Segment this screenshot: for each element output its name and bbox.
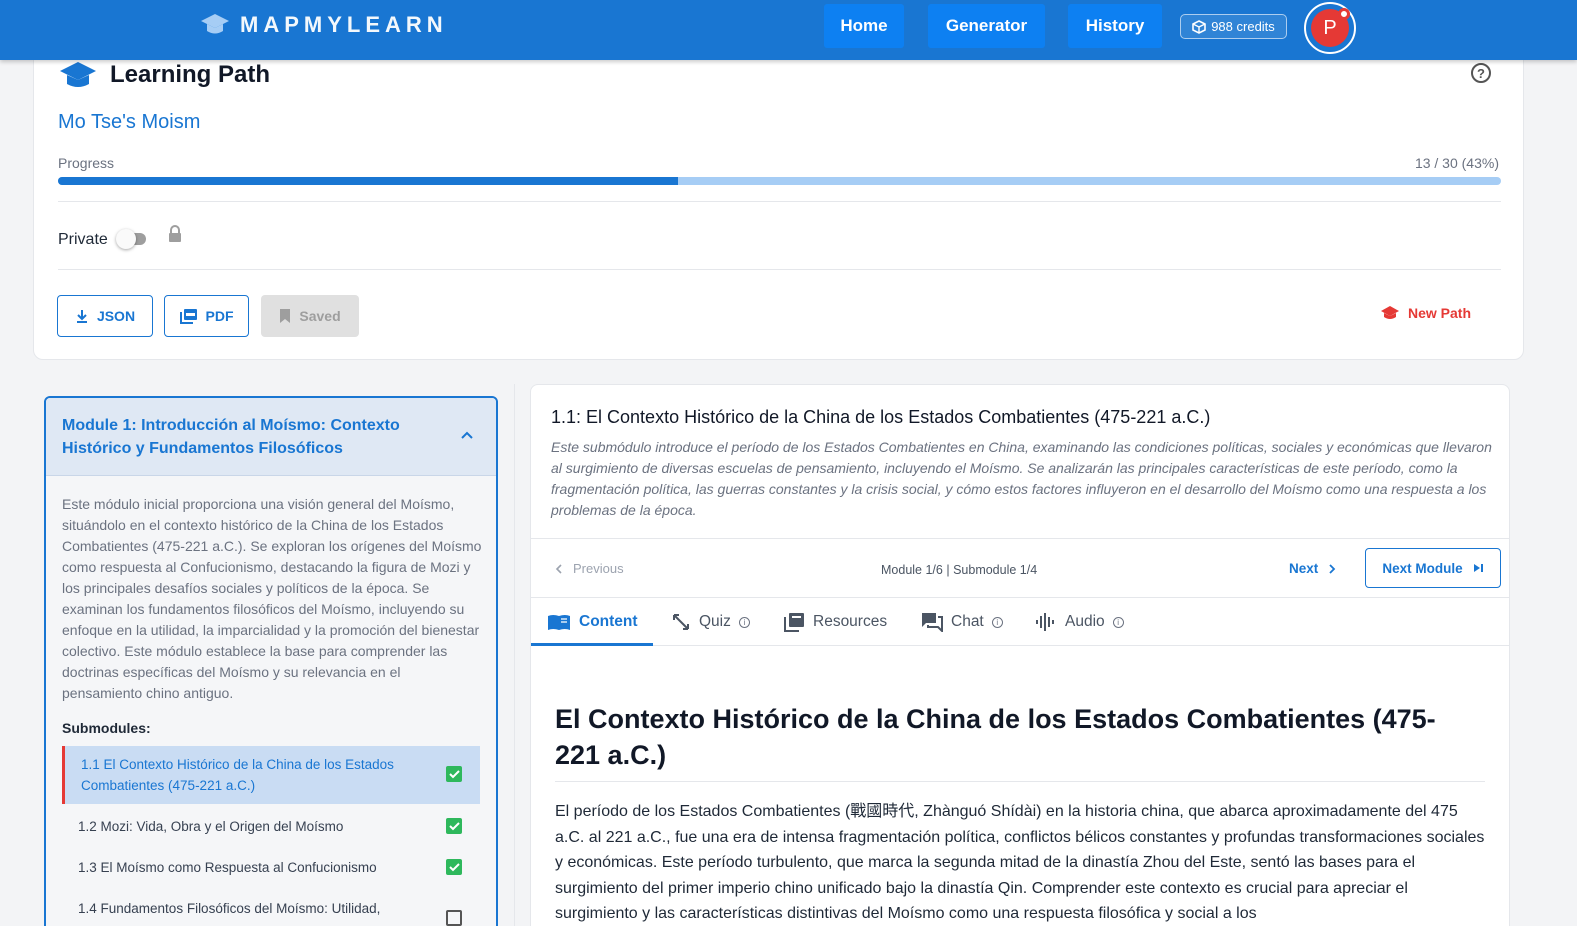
tab-audio[interactable]: Audio i bbox=[1035, 598, 1124, 646]
submodule-label: 1.1 El Contexto Histórico de la China de… bbox=[81, 757, 394, 793]
content-tabs: Content Quiz i Resources Chat i Audio i bbox=[531, 598, 1509, 646]
saved-button[interactable]: Saved bbox=[261, 295, 359, 337]
info-icon[interactable]: i bbox=[991, 616, 1003, 628]
submodule-position: Submodule 1/4 bbox=[953, 563, 1038, 577]
graduation-cap-icon bbox=[60, 62, 96, 87]
module-panel: Module 1: Introducción al Moísmo: Contex… bbox=[44, 396, 498, 926]
pdf-button-label: PDF bbox=[205, 308, 234, 324]
position-indicator: Module 1/6 | Submodule 1/4 bbox=[881, 563, 1037, 577]
divider bbox=[555, 781, 1485, 782]
pdf-icon bbox=[179, 309, 197, 324]
notification-dot bbox=[1338, 8, 1350, 20]
learning-path-heading: Learning Path bbox=[58, 59, 270, 91]
article-title: El Contexto Histórico de la China de los… bbox=[555, 704, 1436, 770]
active-tab-indicator bbox=[531, 643, 653, 646]
submodule-item[interactable]: 1.3 El Moísmo como Respuesta al Confucio… bbox=[62, 853, 480, 883]
submodules-heading: Submodules: bbox=[62, 720, 151, 736]
cube-icon bbox=[1192, 19, 1207, 34]
submodule-description: Este submódulo introduce el período de l… bbox=[551, 439, 1492, 518]
tab-quiz-label: Quiz bbox=[699, 613, 731, 630]
submodule-item[interactable]: 1.1 El Contexto Histórico de la China de… bbox=[62, 746, 480, 804]
tab-resources[interactable]: Resources bbox=[783, 598, 887, 646]
info-icon[interactable]: i bbox=[1112, 616, 1124, 628]
download-json-button[interactable]: JSON bbox=[57, 295, 153, 337]
tab-resources-label: Resources bbox=[813, 613, 888, 630]
lock-icon bbox=[169, 225, 181, 242]
checkbox-checked-icon[interactable] bbox=[446, 818, 462, 834]
tab-content-label: Content bbox=[579, 613, 638, 630]
module-position: Module 1/6 bbox=[881, 563, 943, 577]
progress-count: 13 / 30 (43%) bbox=[1414, 155, 1499, 171]
divider bbox=[58, 269, 1501, 270]
brand-name: MAPMYLEARN bbox=[240, 12, 448, 37]
credits-text: 988 credits bbox=[1211, 19, 1275, 34]
download-pdf-button[interactable]: PDF bbox=[164, 295, 249, 337]
module-description: Este módulo inicial proporciona una visi… bbox=[62, 496, 482, 701]
submodule-title: 1.1: El Contexto Histórico de la China d… bbox=[551, 407, 1211, 427]
submodule-navigation: Previous Module 1/6 | Submodule 1/4 Next… bbox=[531, 538, 1509, 598]
user-avatar-button[interactable]: P bbox=[1304, 2, 1356, 54]
submodule-item[interactable]: 1.2 Mozi: Vida, Obra y el Origen del Moí… bbox=[62, 812, 480, 842]
skip-next-icon bbox=[1473, 564, 1483, 572]
next-module-button[interactable]: Next Module bbox=[1365, 548, 1501, 588]
next-module-label: Next Module bbox=[1382, 560, 1463, 576]
chevron-right-icon bbox=[1329, 563, 1336, 574]
submodule-label: 1.2 Mozi: Vida, Obra y el Origen del Moí… bbox=[78, 819, 344, 834]
progress-bar-fill bbox=[58, 177, 679, 185]
download-icon bbox=[76, 310, 87, 323]
content-panel: 1.1: El Contexto Histórico de la China d… bbox=[530, 384, 1510, 926]
module-title: Module 1: Introducción al Moísmo: Contex… bbox=[62, 417, 400, 457]
tab-content[interactable]: Content bbox=[547, 598, 638, 646]
checkbox-empty-icon[interactable] bbox=[446, 910, 462, 926]
bookmark-icon bbox=[280, 309, 291, 323]
chevron-left-icon bbox=[555, 563, 562, 574]
credits-badge[interactable]: 988 credits bbox=[1180, 14, 1287, 39]
tab-quiz[interactable]: Quiz i bbox=[671, 598, 750, 646]
nav-generator-button[interactable]: Generator bbox=[928, 4, 1045, 48]
next-button[interactable]: Next bbox=[1289, 561, 1336, 576]
help-icon[interactable]: ? bbox=[1471, 63, 1491, 83]
top-navbar: MAPMYLEARN Home Generator History 988 cr… bbox=[0, 0, 1577, 60]
progress-label: Progress bbox=[58, 155, 115, 171]
tab-audio-label: Audio bbox=[1065, 613, 1105, 630]
panel-divider bbox=[514, 384, 515, 926]
checkbox-checked-icon[interactable] bbox=[446, 859, 462, 875]
submodule-item[interactable]: 1.4 Fundamentos Filosóficos del Moísmo: … bbox=[62, 894, 480, 926]
nav-home-button[interactable]: Home bbox=[824, 4, 904, 48]
quiz-arrows-icon bbox=[673, 614, 689, 630]
info-icon[interactable]: i bbox=[738, 616, 750, 628]
previous-button[interactable]: Previous bbox=[555, 561, 624, 576]
checkbox-checked-icon[interactable] bbox=[446, 766, 462, 782]
audio-waveform-icon bbox=[1036, 613, 1054, 631]
private-toggle[interactable] bbox=[116, 229, 146, 249]
book-open-icon bbox=[548, 615, 570, 630]
previous-label: Previous bbox=[573, 561, 624, 576]
path-name: Mo Tse's Moism bbox=[58, 111, 201, 133]
submodule-label: 1.3 El Moísmo como Respuesta al Confucio… bbox=[78, 860, 377, 875]
learning-path-card: Learning Path ? Mo Tse's Moism Progress … bbox=[33, 40, 1524, 360]
new-path-label: New Path bbox=[1407, 305, 1471, 321]
toggle-knob bbox=[116, 229, 136, 249]
next-label: Next bbox=[1289, 561, 1319, 576]
tab-chat-label: Chat bbox=[951, 613, 984, 630]
nav-history-button[interactable]: History bbox=[1068, 4, 1162, 48]
module-header[interactable]: Module 1: Introducción al Moísmo: Contex… bbox=[46, 398, 496, 476]
graduation-cap-icon bbox=[201, 14, 229, 34]
saved-button-label: Saved bbox=[299, 308, 341, 324]
json-button-label: JSON bbox=[96, 308, 136, 324]
chat-icon bbox=[922, 613, 943, 632]
new-path-button[interactable]: New Path bbox=[1380, 305, 1471, 321]
tab-chat[interactable]: Chat i bbox=[921, 598, 1003, 646]
page-title: Learning Path bbox=[110, 61, 271, 88]
brand-logo[interactable]: MAPMYLEARN bbox=[200, 12, 448, 38]
library-icon bbox=[784, 613, 804, 632]
divider bbox=[58, 201, 1501, 202]
progress-bar bbox=[58, 177, 1501, 185]
private-label: Private bbox=[58, 231, 108, 248]
position-separator: | bbox=[946, 563, 950, 577]
chevron-up-icon[interactable] bbox=[460, 430, 474, 440]
submodule-label: 1.4 Fundamentos Filosóficos del Moísmo: … bbox=[78, 901, 381, 916]
article-body: El período de los Estados Combatientes (… bbox=[555, 803, 1485, 922]
graduation-cap-icon bbox=[1380, 306, 1399, 319]
